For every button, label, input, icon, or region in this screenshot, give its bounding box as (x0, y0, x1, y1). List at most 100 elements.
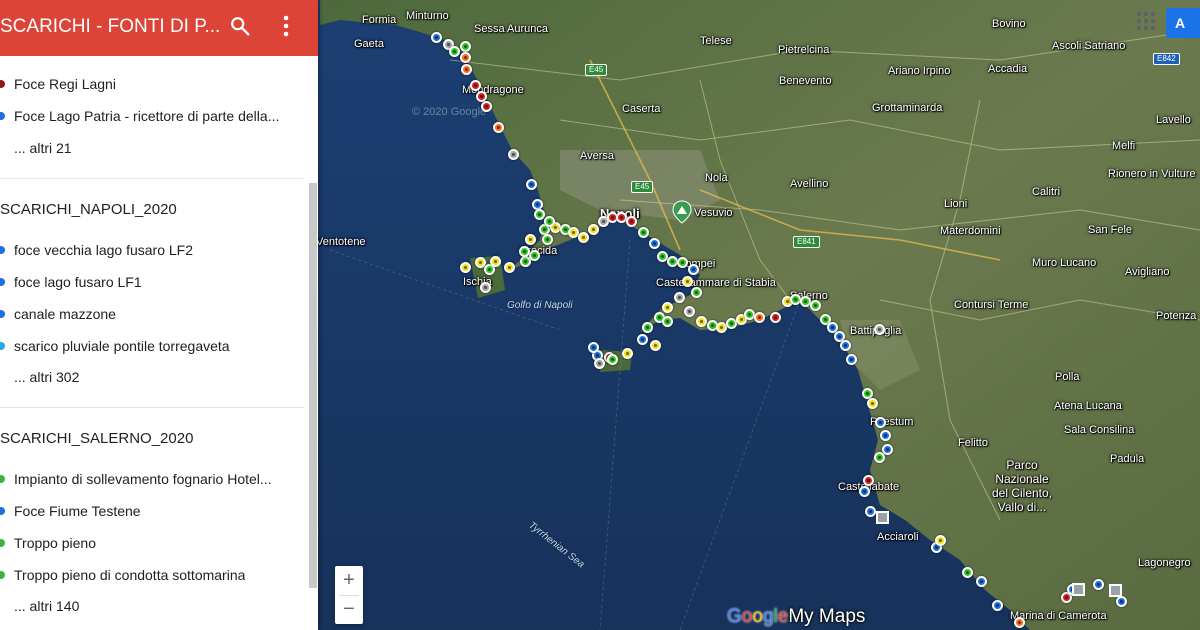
more-features-link[interactable]: ... altri 302 (14, 369, 79, 385)
place-label: Vesuvio (694, 207, 733, 219)
map-marker[interactable] (542, 234, 553, 245)
feature-item[interactable]: scarico pluviale pontile torregaveta (0, 329, 300, 361)
search-icon[interactable] (229, 15, 251, 37)
map-marker-square[interactable] (1109, 584, 1122, 597)
map-marker[interactable] (859, 486, 870, 497)
map-marker[interactable] (677, 257, 688, 268)
map-marker[interactable] (642, 322, 653, 333)
map-marker[interactable] (865, 506, 876, 517)
map-marker[interactable] (810, 300, 821, 311)
zoom-control: + − (335, 566, 363, 624)
map-marker[interactable] (588, 342, 599, 353)
place-label: Melfi (1112, 140, 1136, 152)
map-marker[interactable] (875, 417, 886, 428)
map-marker[interactable] (880, 430, 891, 441)
map-marker-square[interactable] (1072, 583, 1085, 596)
feature-item[interactable]: foce vecchia lago fusaro LF2 (0, 233, 300, 265)
place-label: Pietrelcina (778, 44, 830, 56)
zoom-out-button[interactable]: − (335, 595, 363, 624)
map-marker[interactable] (976, 576, 987, 587)
layer-title[interactable]: SCARICHI_NAPOLI_2020 (0, 201, 177, 218)
map-marker[interactable] (449, 46, 460, 57)
map-marker[interactable] (691, 287, 702, 298)
map-marker[interactable] (508, 149, 519, 160)
more-features-link[interactable]: ... altri 21 (14, 140, 72, 156)
map-marker[interactable] (867, 398, 878, 409)
map-marker[interactable] (1093, 579, 1104, 590)
map-marker[interactable] (607, 354, 618, 365)
map-marker[interactable] (534, 209, 545, 220)
more-vert-icon[interactable] (276, 14, 296, 38)
place-label: Ventotene (316, 236, 366, 248)
map-marker[interactable] (588, 224, 599, 235)
place-label: Caserta (622, 103, 661, 115)
map-marker[interactable] (962, 567, 973, 578)
map-marker[interactable] (544, 216, 555, 227)
map-marker[interactable] (470, 80, 481, 91)
map-marker[interactable] (688, 264, 699, 275)
map-marker[interactable] (526, 179, 537, 190)
map-marker[interactable] (460, 52, 471, 63)
map-watermark: © 2020 Google (412, 106, 487, 118)
map-marker[interactable] (754, 312, 765, 323)
map-marker[interactable] (682, 276, 693, 287)
map-marker[interactable] (840, 340, 851, 351)
feature-item[interactable]: Foce Lago Patria - ricettore di parte de… (0, 99, 300, 131)
layer-section: SCARICHI_SALERNO_2020 Impianto di sollev… (0, 409, 304, 630)
map-marker[interactable] (1014, 617, 1025, 628)
map-marker[interactable] (846, 354, 857, 365)
map-marker[interactable] (525, 234, 536, 245)
map-marker[interactable] (684, 306, 695, 317)
map-marker[interactable] (493, 122, 504, 133)
map-marker[interactable] (1116, 596, 1127, 607)
map-marker[interactable] (637, 334, 648, 345)
map-marker[interactable] (490, 256, 501, 267)
map-marker[interactable] (863, 475, 874, 486)
map-marker[interactable] (935, 535, 946, 546)
map-marker[interactable] (649, 238, 660, 249)
map-marker[interactable] (626, 216, 637, 227)
map-marker[interactable] (770, 312, 781, 323)
feature-item[interactable]: Foce Regi Lagni (0, 67, 300, 99)
panel-scrollbar[interactable] (309, 183, 317, 588)
map-marker[interactable] (578, 232, 589, 243)
place-label: Formia (362, 14, 397, 26)
poi-pin-icon[interactable] (672, 200, 692, 224)
map-marker[interactable] (431, 32, 442, 43)
map-marker[interactable] (460, 262, 471, 273)
feature-item[interactable]: Impianto di sollevamento fognario Hotel.… (0, 462, 300, 494)
signin-button[interactable]: A (1166, 8, 1200, 38)
logo-letter: G (727, 606, 742, 627)
map-marker[interactable] (874, 324, 885, 335)
layer-title[interactable]: SCARICHI_SALERNO_2020 (0, 430, 193, 447)
map-marker[interactable] (519, 246, 530, 257)
map-marker[interactable] (874, 452, 885, 463)
apps-grid-icon[interactable] (1137, 12, 1155, 30)
more-features-link[interactable]: ... altri 140 (14, 598, 79, 614)
map-marker[interactable] (594, 358, 605, 369)
feature-item[interactable]: canale mazzone (0, 297, 300, 329)
map-marker[interactable] (638, 227, 649, 238)
map-marker-square[interactable] (876, 511, 889, 524)
feature-item[interactable]: foce lago fusaro LF1 (0, 265, 300, 297)
map-marker[interactable] (504, 262, 515, 273)
feature-label: canale mazzone (14, 306, 116, 322)
zoom-in-button[interactable]: + (335, 566, 363, 595)
map-marker[interactable] (650, 340, 661, 351)
layer-section: SCARICHI_NAPOLI_2020 foce vecchia lago f… (0, 180, 304, 408)
feature-item[interactable]: Troppo pieno di condotta sottomarina (0, 558, 300, 590)
map-marker[interactable] (662, 302, 673, 313)
map-marker[interactable] (696, 316, 707, 327)
map-marker[interactable] (529, 250, 540, 261)
map-marker[interactable] (674, 292, 685, 303)
map-marker[interactable] (461, 64, 472, 75)
map-marker[interactable] (662, 316, 673, 327)
map-marker[interactable] (480, 282, 491, 293)
feature-item[interactable]: Troppo pieno (0, 526, 300, 558)
map-marker[interactable] (460, 41, 471, 52)
map-marker[interactable] (992, 600, 1003, 611)
map-marker[interactable] (622, 348, 633, 359)
map-title[interactable]: SCARICHI - FONTI DI P... (0, 16, 220, 38)
feature-item[interactable]: Foce Fiume Testene (0, 494, 300, 526)
road-shield: E45 (585, 64, 608, 76)
